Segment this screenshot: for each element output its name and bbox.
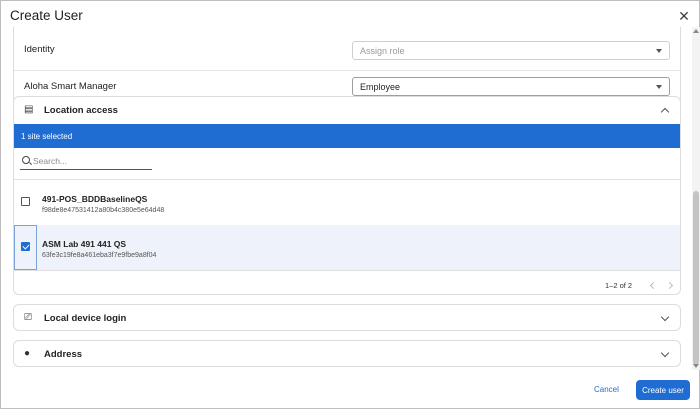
site-name: 491-POS_BDDBaselineQS [42,194,148,204]
local-device-login-card[interactable]: ⎚ Local device login [13,304,681,331]
vertical-scrollbar[interactable] [692,27,700,370]
store-icon: ▤ [24,104,34,115]
address-card[interactable]: ● Address [13,340,681,367]
address-title: Address [44,349,83,360]
site-id: 63fe3c19fe8a461eba3f7e9fbe9a8f04 [42,252,157,259]
site-row[interactable]: 491-POS_BDDBaselineQS f98de8e47531412a80… [14,180,680,225]
device-icon: ⎚ [24,312,32,323]
chevron-right-icon[interactable] [665,281,674,290]
dialog-body[interactable]: Identity Assign role Aloha Smart Manager… [1,27,691,370]
selection-banner: 1 site selected [14,124,680,148]
chevron-down-icon[interactable] [660,348,670,358]
close-icon[interactable]: ✕ [677,9,691,23]
cancel-button[interactable]: Cancel [594,385,619,394]
site-row[interactable]: ASM Lab 491 441 QS 63fe3c19fe8a461eba3f7… [14,225,680,270]
dialog-footer: Cancel Create user [1,371,700,409]
caret-down-icon [656,85,662,89]
scroll-down-icon[interactable] [693,364,699,368]
caret-down-icon [656,49,662,53]
search-box [20,153,152,170]
site-id: f98de8e47531412a80b4c380e5e64d48 [42,207,165,214]
scrollbar-thumb[interactable] [693,191,699,365]
asm-role-select[interactable]: Employee [352,77,670,96]
scroll-up-icon[interactable] [693,29,699,33]
create-user-button[interactable]: Create user [636,380,690,400]
local-device-login-title: Local device login [44,313,127,324]
search-icon [22,156,30,164]
chevron-down-icon[interactable] [660,312,670,322]
chevron-left-icon[interactable] [649,281,658,290]
location-access-card: ▤ Location access 1 site selected 491-PO… [13,96,681,295]
search-input[interactable] [33,154,149,168]
identity-role-select[interactable]: Assign role [352,41,670,60]
asm-label: Aloha Smart Manager [24,81,117,92]
dialog-title: Create User [10,8,83,23]
identity-label: Identity [24,44,55,55]
site-name: ASM Lab 491 441 QS [42,239,127,249]
site-checkbox[interactable] [21,197,30,206]
identity-role-placeholder: Assign role [360,46,405,56]
location-pin-icon: ● [24,348,31,359]
site-checkbox[interactable] [21,242,30,251]
pagination-range: 1–2 of 2 [605,281,633,290]
divider [14,270,680,271]
location-access-title: Location access [44,105,118,116]
asm-role-value: Employee [360,82,401,92]
chevron-up-icon[interactable] [660,107,670,117]
create-user-dialog: Create User ✕ Identity Assign role Aloha… [0,0,700,409]
divider [14,70,680,71]
location-access-header[interactable]: ▤ Location access [14,97,680,124]
